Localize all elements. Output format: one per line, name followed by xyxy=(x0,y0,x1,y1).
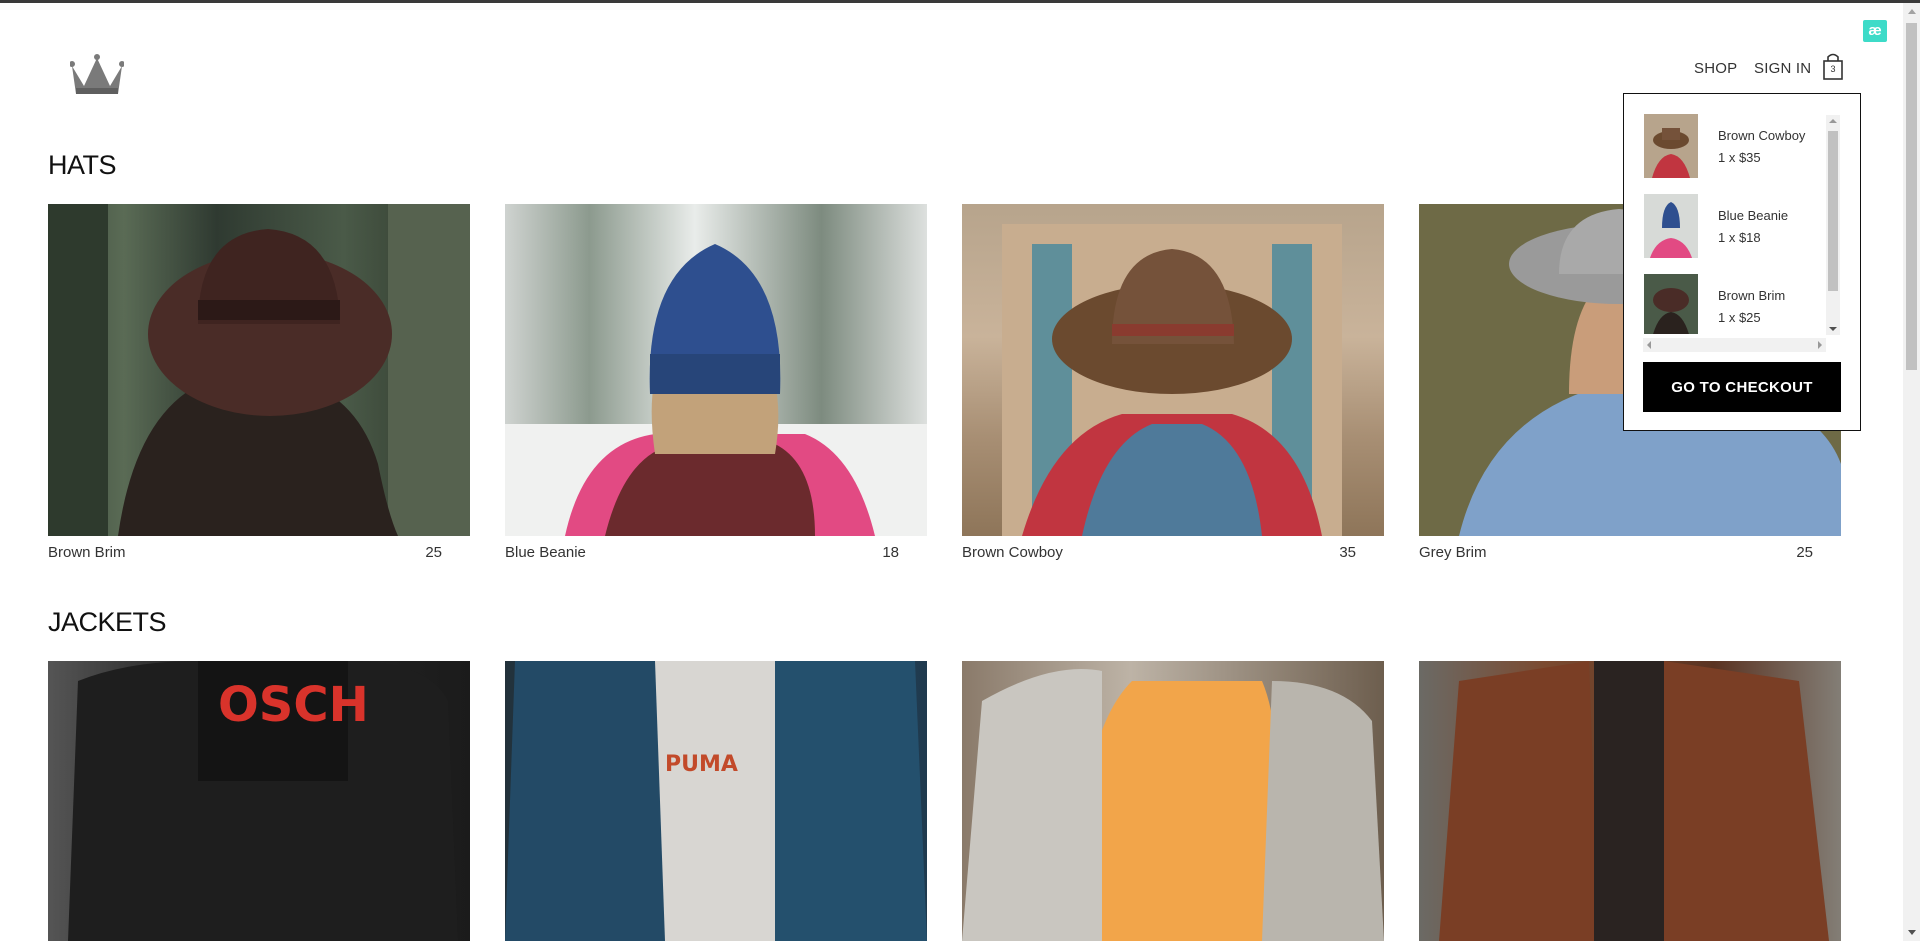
extension-badge[interactable]: æ xyxy=(1863,20,1887,42)
nav-sign-in-link[interactable]: SIGN IN xyxy=(1754,56,1811,80)
product-card[interactable]: Brown Cowboy 35 xyxy=(962,204,1384,561)
cart-button[interactable]: 3 xyxy=(1820,52,1846,80)
cart-item: Blue Beanie 1 x $18 xyxy=(1644,194,1824,258)
product-card[interactable]: Blue Beanie 18 xyxy=(505,204,927,561)
product-name: Brown Brim xyxy=(48,544,126,561)
product-name: Grey Brim xyxy=(1419,544,1487,561)
browser-top-border xyxy=(0,0,1920,3)
cart-item-name: Blue Beanie xyxy=(1718,208,1789,223)
cart-item: Brown Cowboy 1 x $35 xyxy=(1644,114,1824,178)
scroll-up-arrow-icon[interactable] xyxy=(1829,119,1837,123)
page-scrollbar-thumb[interactable] xyxy=(1906,23,1917,370)
page-scrollbar[interactable] xyxy=(1903,3,1920,941)
scroll-down-arrow-icon[interactable] xyxy=(1908,930,1916,935)
section-title-jackets[interactable]: JACKETS xyxy=(48,607,167,638)
cart-items-list[interactable]: Brown Cowboy 1 x $35 Blue Beanie 1 x $18 xyxy=(1644,114,1842,334)
product-name: Blue Beanie xyxy=(505,544,586,561)
cart-item-thumbnail xyxy=(1644,194,1698,258)
product-card[interactable] xyxy=(1419,661,1841,941)
product-name: Brown Cowboy xyxy=(962,544,1063,561)
product-price: 25 xyxy=(1796,544,1813,561)
product-image-jacket xyxy=(1419,661,1841,941)
cart-item-name: Brown Cowboy xyxy=(1718,128,1806,143)
cart-item-thumbnail xyxy=(1644,114,1698,178)
crown-icon[interactable] xyxy=(69,54,125,96)
scroll-down-arrow-icon[interactable] xyxy=(1829,327,1837,331)
cart-item-quantity: 1 x $25 xyxy=(1718,310,1761,325)
cart-item-thumbnail xyxy=(1644,274,1698,334)
product-card[interactable]: OSCH xyxy=(48,661,470,941)
cart-scrollbar-thumb[interactable] xyxy=(1828,131,1838,291)
scroll-left-arrow-icon[interactable] xyxy=(1647,341,1651,349)
cart-items-horizontal-scrollbar[interactable] xyxy=(1643,338,1826,352)
product-image-jacket: PUMA xyxy=(505,661,927,941)
product-image-jacket: OSCH xyxy=(48,661,470,941)
cart-item-quantity: 1 x $18 xyxy=(1718,230,1761,245)
product-image-brown-brim xyxy=(48,204,470,536)
nav-shop-link[interactable]: SHOP xyxy=(1694,56,1737,80)
cart-items-vertical-scrollbar[interactable] xyxy=(1826,115,1840,335)
svg-text:PUMA: PUMA xyxy=(665,752,738,777)
product-card[interactable]: Brown Brim 25 xyxy=(48,204,470,561)
product-price: 18 xyxy=(882,544,899,561)
scroll-up-arrow-icon[interactable] xyxy=(1908,9,1916,14)
product-image-brown-cowboy xyxy=(962,204,1384,536)
product-image-blue-beanie xyxy=(505,204,927,536)
product-price: 35 xyxy=(1339,544,1356,561)
cart-item-name: Brown Brim xyxy=(1718,288,1786,303)
product-card[interactable]: PUMA xyxy=(505,661,927,941)
product-card[interactable] xyxy=(962,661,1384,941)
section-title-hats[interactable]: HATS xyxy=(48,150,117,181)
cart-item-quantity: 1 x $35 xyxy=(1718,150,1761,165)
svg-text:OSCH: OSCH xyxy=(218,677,369,733)
product-price: 25 xyxy=(425,544,442,561)
cart-item-count: 3 xyxy=(1830,64,1836,74)
cart-item: Brown Brim 1 x $25 xyxy=(1644,274,1824,334)
product-image-jacket xyxy=(962,661,1384,941)
scroll-right-arrow-icon[interactable] xyxy=(1818,341,1822,349)
go-to-checkout-button[interactable]: GO TO CHECKOUT xyxy=(1643,362,1841,412)
